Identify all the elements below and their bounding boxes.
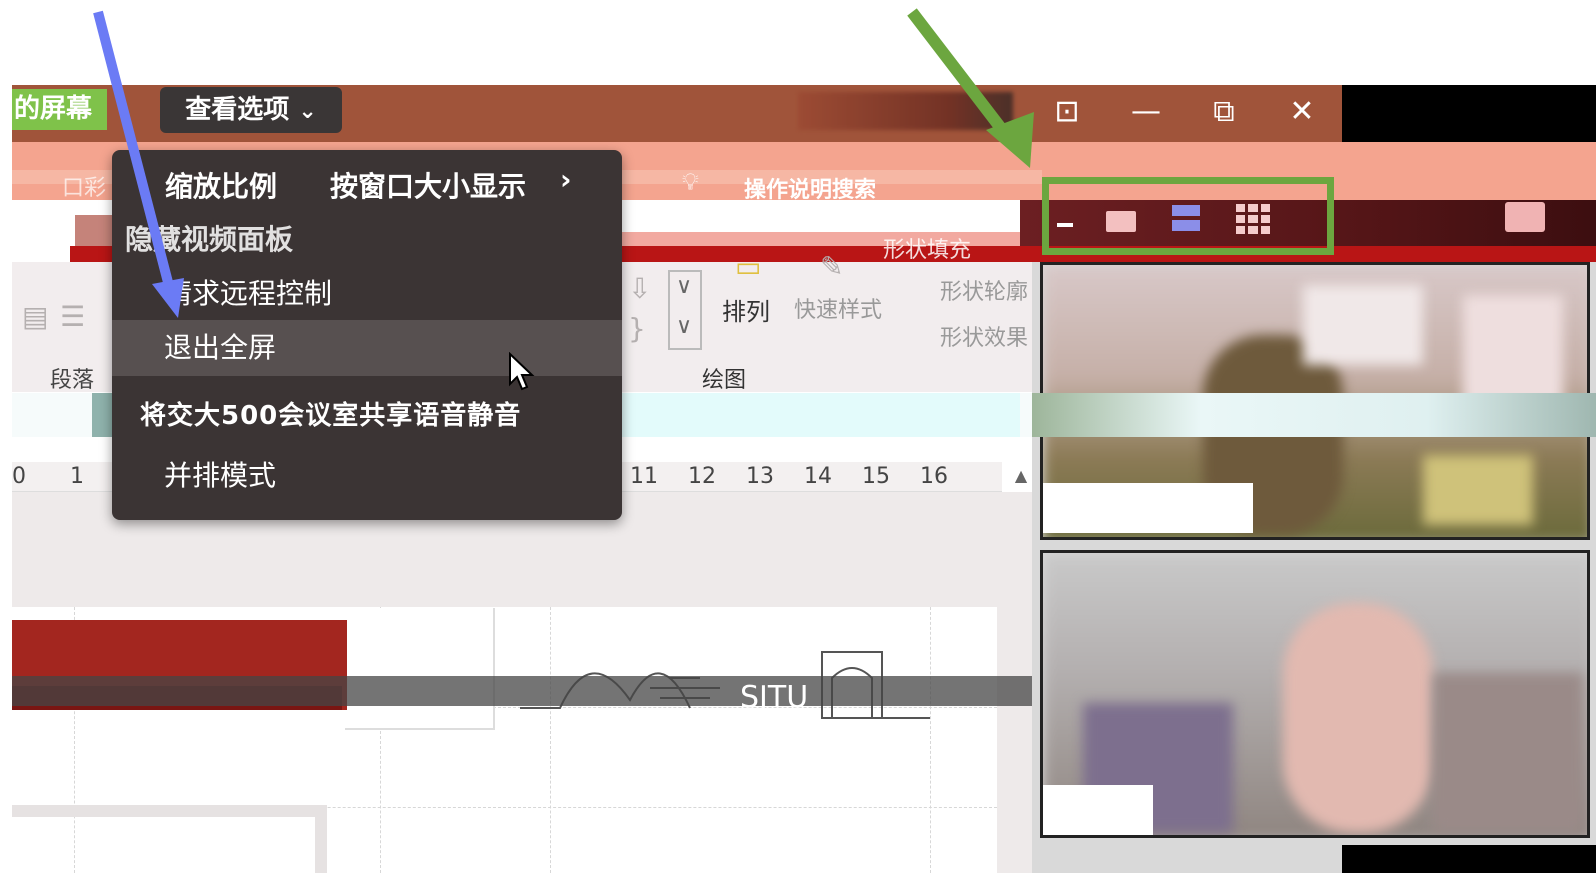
quick-style-button[interactable]: 快速样式 (794, 292, 882, 324)
ruler-mark: 15 (862, 464, 890, 489)
ruler-mark: 13 (746, 464, 774, 489)
arrange-button[interactable]: 排列 (722, 292, 770, 327)
arrow-down-icon[interactable]: ⇩ (628, 272, 651, 305)
menu-zoom-value[interactable]: 按窗口大小显示 (330, 165, 526, 205)
ruler-mark: 1 (70, 464, 84, 489)
close-button[interactable]: ✕ (1275, 90, 1329, 134)
view-options-label: 查看选项 (185, 95, 290, 125)
ruler-mark: 16 (920, 464, 948, 489)
share-screen-tab[interactable]: 的屏幕 (12, 89, 107, 130)
lightbulb-icon[interactable]: 💡︎ (682, 168, 699, 196)
brace-icon[interactable]: } (628, 312, 646, 345)
paragraph-group-label: 段落 (50, 368, 95, 393)
glitch-right (1032, 393, 1596, 437)
menu-item-hide-video-panel[interactable]: 隐藏视频面板 (125, 218, 293, 258)
chevron-down-icon: ⌄ (298, 99, 317, 124)
panel-corner-icon[interactable] (1505, 202, 1545, 232)
video-1-name-label-redacted (1043, 483, 1253, 533)
shape-outline-button[interactable]: 形状轮廓 (940, 274, 1028, 306)
menu-item-exit-fullscreen[interactable]: 退出全屏 (112, 320, 622, 376)
background-black-bottom (1342, 845, 1596, 873)
arrange-icon: ▭ (735, 250, 762, 283)
ruler-mark: 14 (804, 464, 832, 489)
chevron-right-icon: › (560, 163, 572, 196)
glitch-cyan (600, 393, 1020, 437)
highlight-box-layout-controls (1042, 177, 1334, 255)
scroll-up-button[interactable]: ▲ (1008, 462, 1034, 490)
slide-placeholder-box (12, 805, 327, 873)
pin-window-icon[interactable]: ⊡ (1040, 90, 1094, 134)
shape-fill-button[interactable]: 形状填充 (883, 232, 971, 264)
shape-effect-button[interactable]: 形状效果 (940, 320, 1028, 352)
minimize-button[interactable]: — (1119, 90, 1173, 134)
slide-image-frame (345, 608, 495, 730)
menu-item-zoom[interactable]: 缩放比例 (165, 165, 277, 205)
drawing-group-label: 绘图 (702, 368, 747, 393)
ruler-mark: 12 (688, 464, 716, 489)
ribbon-tab-partial[interactable]: 口彩 (62, 170, 106, 202)
align-icon[interactable]: ▤ (22, 300, 48, 333)
menu-item-mute-room[interactable]: 将交大500会议室共享语音静音 (140, 395, 521, 432)
tell-me-search[interactable]: 操作说明搜索 (744, 172, 876, 204)
ruler-mark: 11 (630, 464, 658, 489)
view-options-menu: 请求远程控制 退出全屏 并排模式 (112, 150, 622, 520)
ruler-mark: 0 (12, 464, 26, 489)
view-options-button[interactable]: 查看选项 ⌄ (160, 87, 342, 133)
mouse-cursor-icon (509, 352, 535, 391)
video-2-name-label-redacted (1043, 785, 1153, 835)
restore-button[interactable]: ⧉ (1197, 90, 1251, 134)
video-tile-2[interactable] (1040, 550, 1590, 838)
list-icon[interactable]: ☰ (60, 300, 85, 333)
menu-item-request-control[interactable]: 请求远程控制 (112, 266, 622, 322)
menu-item-side-by-side[interactable]: 并排模式 (112, 448, 622, 504)
shapes-gallery-scroll[interactable] (668, 270, 702, 350)
quick-style-icon: ✎ (820, 250, 844, 283)
blurred-title-area (798, 92, 1013, 130)
sjtu-logo-text: SJTU (740, 680, 809, 715)
screenshot-stage: 的屏幕 查看选项 ⌄ ⊡ — ⧉ ✕ 口彩 💡︎ 操作说明搜索 形状填充 ▤ ☰… (0, 0, 1596, 873)
